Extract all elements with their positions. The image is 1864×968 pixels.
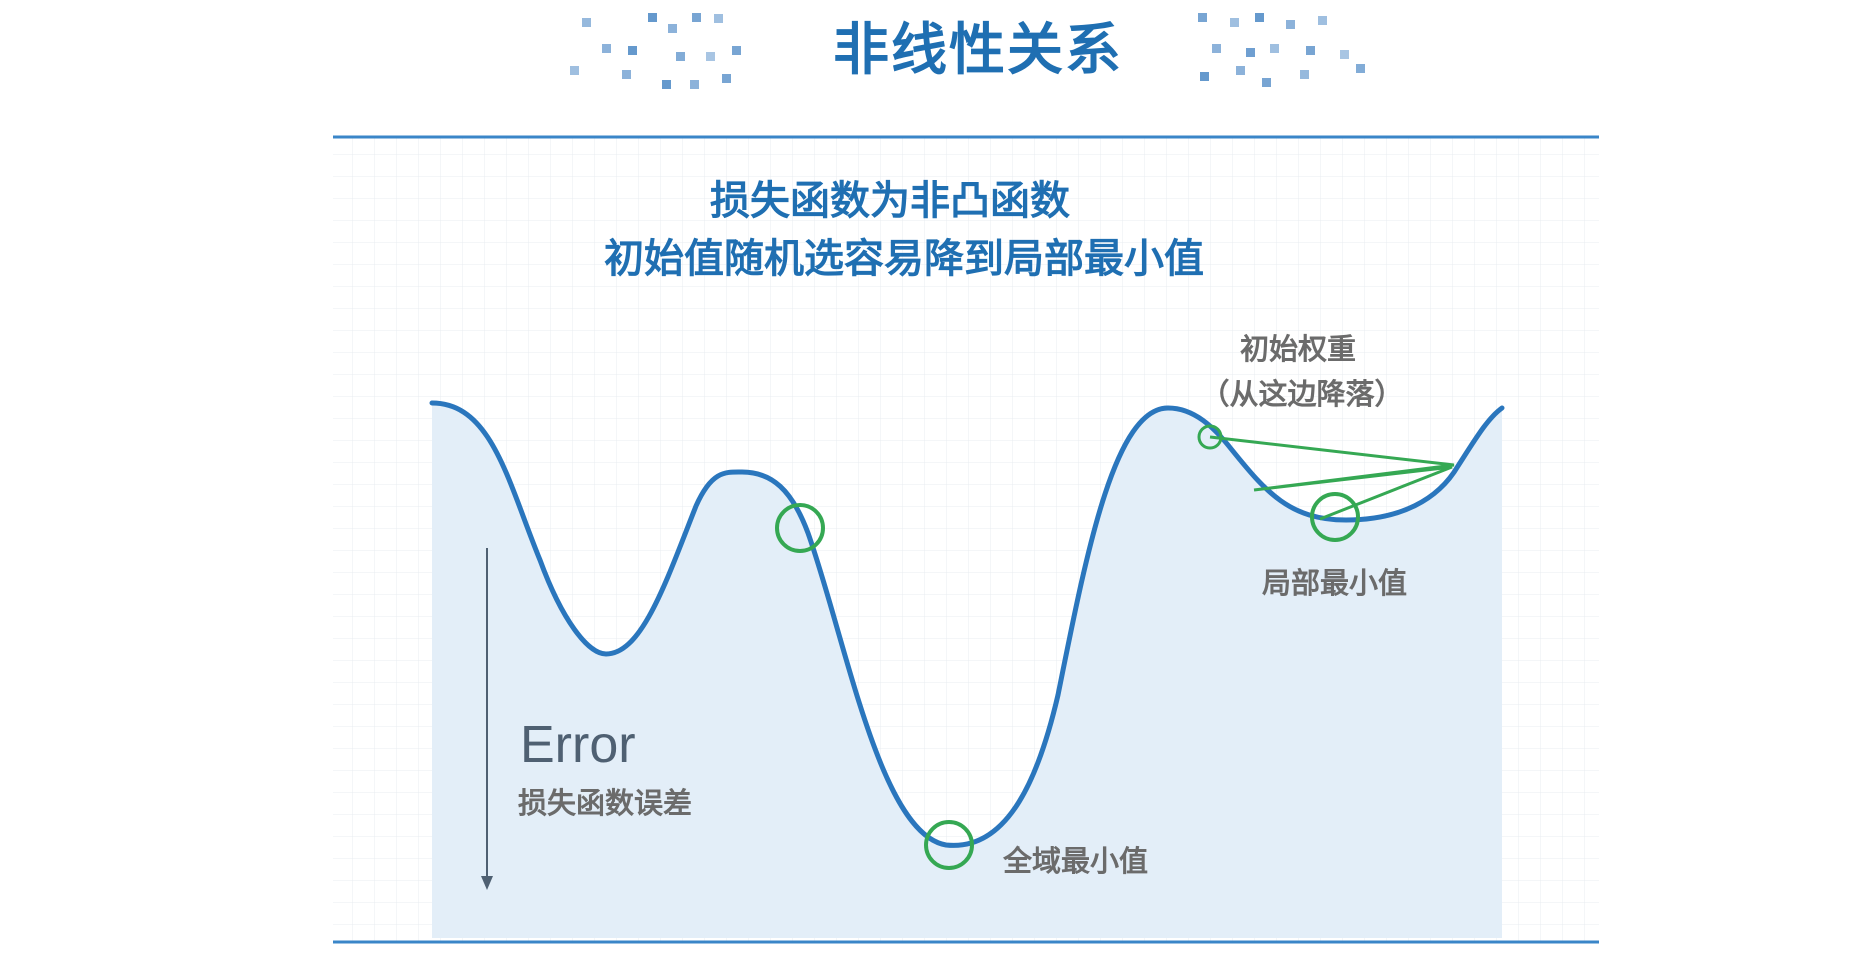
- initial-weight-note: （从这边降落）: [1200, 377, 1403, 411]
- right-pixel-decoration: [1198, 13, 1365, 87]
- subtitle-line-2: 初始值随机选容易降到局部最小值: [604, 236, 1204, 282]
- global-minimum-label: 全域最小值: [1002, 844, 1148, 878]
- error-axis-word: Error: [520, 716, 636, 774]
- subtitle-line-1: 损失函数为非凸函数: [710, 178, 1070, 224]
- page-title: 非线性关系: [833, 18, 1123, 83]
- nonconvex-loss-diagram: 非线性关系 损失函数为非凸函数 初始值随机选容易降到局部最小值 Error 损失…: [333, 13, 1599, 944]
- local-minimum-label: 局部最小值: [1262, 566, 1407, 600]
- initial-weight-label: 初始权重: [1240, 332, 1356, 366]
- left-pixel-decoration: [570, 13, 741, 89]
- error-axis-caption: 损失函数误差: [518, 786, 692, 820]
